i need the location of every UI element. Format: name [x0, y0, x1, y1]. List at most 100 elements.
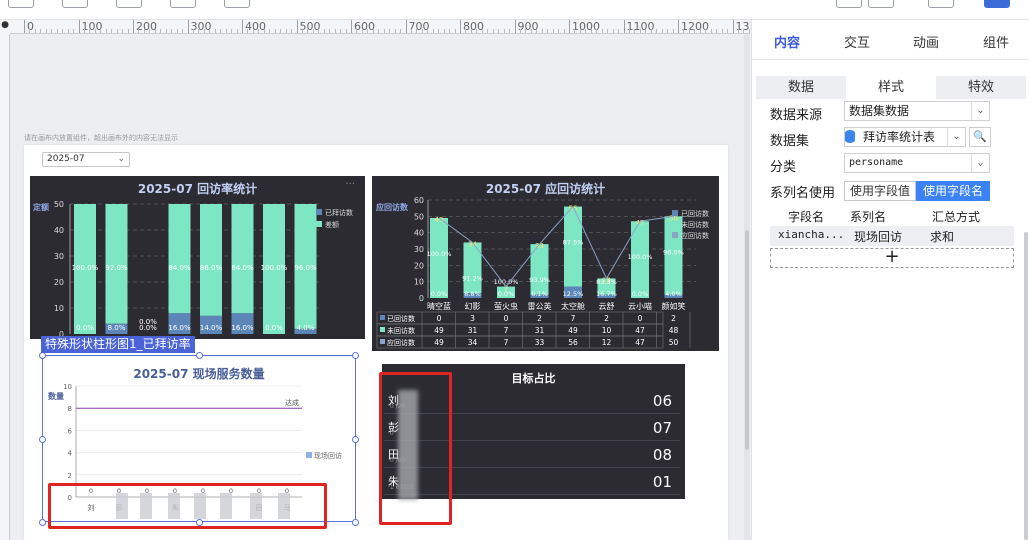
x-tick-label: 云舒 [599, 301, 615, 311]
toolbar-icon-5[interactable] [224, 0, 250, 8]
widget-visit-rate[interactable]: 2025-07 回访率统计 ··· 定额 0 10 20 30 40 50 100.0% 0.0… [30, 176, 365, 339]
toolbar-icon-1[interactable] [8, 0, 34, 8]
data-label: 86.0% [200, 264, 223, 272]
tab-components[interactable]: 组件 [983, 32, 1009, 51]
search-icon[interactable]: 🔍 [969, 127, 991, 147]
tab-interaction[interactable]: 交互 [844, 32, 870, 51]
data-label: 16.0% [231, 324, 254, 332]
table-row [376, 311, 664, 325]
visit-rate-chart: 定额01020304050100.0%0.0%晴空蓝92.0%8.0%0.0%8… [32, 200, 353, 339]
x-tick-label: 萤火虫 [494, 301, 518, 311]
data-label: 14.0% [200, 324, 223, 332]
data-label-pct: 4.0% [665, 290, 682, 298]
legend-label: 已回访数 [681, 209, 709, 218]
legend-label: 未回访数 [681, 220, 709, 229]
subtab-data[interactable]: 数据 [756, 76, 846, 99]
data-label: 0.0% [76, 324, 94, 332]
data-label-pct: 100.0% [427, 250, 452, 258]
bar-未回访数 [564, 206, 582, 287]
resize-handle-l[interactable] [39, 436, 46, 443]
y-axis-label: 定额 [32, 202, 49, 212]
period-select[interactable]: 2025-07 ⌄ [42, 152, 130, 167]
resize-handle-tl[interactable] [39, 352, 46, 359]
x-tick-label: 雷公英 [528, 301, 552, 311]
canvas-scroll-thumb[interactable] [745, 230, 749, 450]
table-row [376, 335, 664, 349]
data-label: 96.0% [294, 264, 317, 272]
tab-content[interactable]: 内容 [774, 32, 800, 51]
table-cell: 49 [434, 338, 444, 347]
cell-aggregate[interactable]: 求和 [930, 228, 954, 245]
widget-return-visit[interactable]: 2025-07 应回访统计 应回访数 0 10 20 30 40 50 60 49 100.0% 0… [372, 176, 719, 351]
data-label: 84.0% [231, 264, 254, 272]
y-tick-label: 20 [54, 278, 64, 287]
chevron-down-icon: ⌄ [971, 102, 989, 120]
cell-field-name[interactable]: xiancha... [778, 228, 844, 241]
bar-差额 [200, 204, 222, 316]
resize-handle-r[interactable] [352, 436, 359, 443]
subtab-style[interactable]: 样式 [846, 76, 936, 99]
table-cell: 33 [535, 338, 545, 347]
panel-tabs: 内容 交互 动画 组件 [752, 20, 1029, 60]
data-label-pct: 100.0% [494, 278, 519, 286]
resize-handle-bl[interactable] [39, 519, 46, 526]
toolbar-icon-6[interactable] [836, 0, 862, 8]
legend-swatch [672, 210, 678, 216]
col-header-series: 系列名 [850, 210, 887, 224]
data-label: 100.0% [261, 264, 288, 272]
bar-差额 [168, 204, 191, 314]
x-tick-label: 晴空蓝 [427, 301, 451, 311]
data-label-pct: 8.8% [464, 290, 481, 298]
table-cell: 0 [437, 314, 442, 323]
toolbar-icon-9[interactable] [984, 0, 1010, 8]
series-name-label: 系列名使用 [770, 186, 836, 201]
data-label-pct: 6.1% [531, 290, 548, 298]
table-row-label: 应回访数 [387, 338, 415, 347]
use-field-value-button[interactable]: 使用字段值 [844, 181, 916, 201]
source-label: 数据来源 [770, 108, 823, 123]
toolbar-icon-8[interactable] [928, 0, 954, 8]
category-select[interactable]: personame ⌄ [844, 153, 990, 173]
table-cell: 2 [537, 314, 542, 323]
toolbar-icon-3[interactable] [116, 0, 142, 8]
dataset-select[interactable]: 拜访率统计表 ⌄ [844, 127, 966, 147]
top-toolbar [0, 0, 1029, 20]
data-label-pct: 16.7% [596, 290, 617, 298]
canvas-scrollbar[interactable] [744, 34, 750, 540]
ruler-vertical [0, 34, 10, 540]
add-field-button[interactable]: + [770, 248, 1014, 268]
database-icon [845, 130, 855, 143]
x-tick-label: 颜如笑 [662, 301, 686, 311]
dataset-label: 数据集 [770, 134, 810, 149]
legend-swatch [316, 221, 322, 227]
data-label-total: 56 [569, 205, 578, 213]
x-tick-label: 云舒 [235, 338, 251, 339]
legend-label: 已拜访数 [325, 208, 353, 217]
subtab-effects[interactable]: 特效 [936, 76, 1026, 99]
table-cell: 7 [504, 338, 509, 347]
cell-series-name[interactable]: 现场回访 [854, 228, 902, 245]
resize-handle-br[interactable] [352, 519, 359, 526]
table-cell: 31 [535, 326, 545, 335]
toolbar-icon-7[interactable] [868, 0, 894, 8]
y-tick-label: 20 [414, 261, 424, 270]
y-tick-label: 30 [414, 245, 424, 254]
table-cell: 31 [468, 326, 478, 335]
toolbar-icon-2[interactable] [62, 0, 88, 8]
data-label-pct: 100.0% [628, 253, 653, 261]
bar-差额 [231, 204, 254, 314]
use-field-name-button[interactable]: 使用字段名 [916, 181, 990, 201]
resize-handle-tr[interactable] [352, 352, 359, 359]
x-tick-label: 云小喵 [628, 302, 652, 311]
category-label: 分类 [770, 160, 797, 175]
legend-swatch [672, 221, 678, 227]
right-panel: 内容 交互 动画 组件 数据 样式 特效 数据来源 数据集 分类 系列名使用 [751, 20, 1029, 540]
panel-scrollbar[interactable] [1024, 232, 1028, 540]
table-cell: 47 [635, 326, 645, 335]
toolbar-icon-4[interactable] [170, 0, 196, 8]
table-cell: 47 [635, 338, 645, 347]
y-tick-label: 50 [414, 212, 424, 221]
source-select[interactable]: 数据集数据 ⌄ [844, 101, 990, 121]
resize-handle-t[interactable] [196, 352, 203, 359]
tab-animation[interactable]: 动画 [913, 32, 939, 51]
